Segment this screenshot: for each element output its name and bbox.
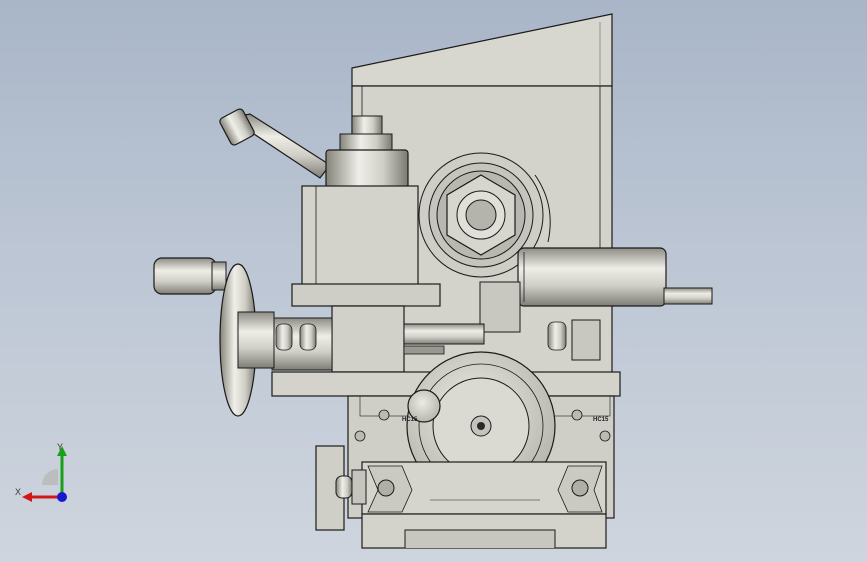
z-axis-dot [57,492,67,502]
model-label-right: HC15 [593,417,609,423]
cad-viewport[interactable]: HC15 HC15 Y X [0,0,867,562]
model-label-left: HC15 [402,417,418,423]
cross-slide-handwheel [153,257,275,417]
coordinate-triad [22,446,67,502]
y-axis-label: Y [57,442,64,452]
x-axis-label: X [15,487,22,497]
lathe-model: HC15 HC15 [153,13,713,549]
